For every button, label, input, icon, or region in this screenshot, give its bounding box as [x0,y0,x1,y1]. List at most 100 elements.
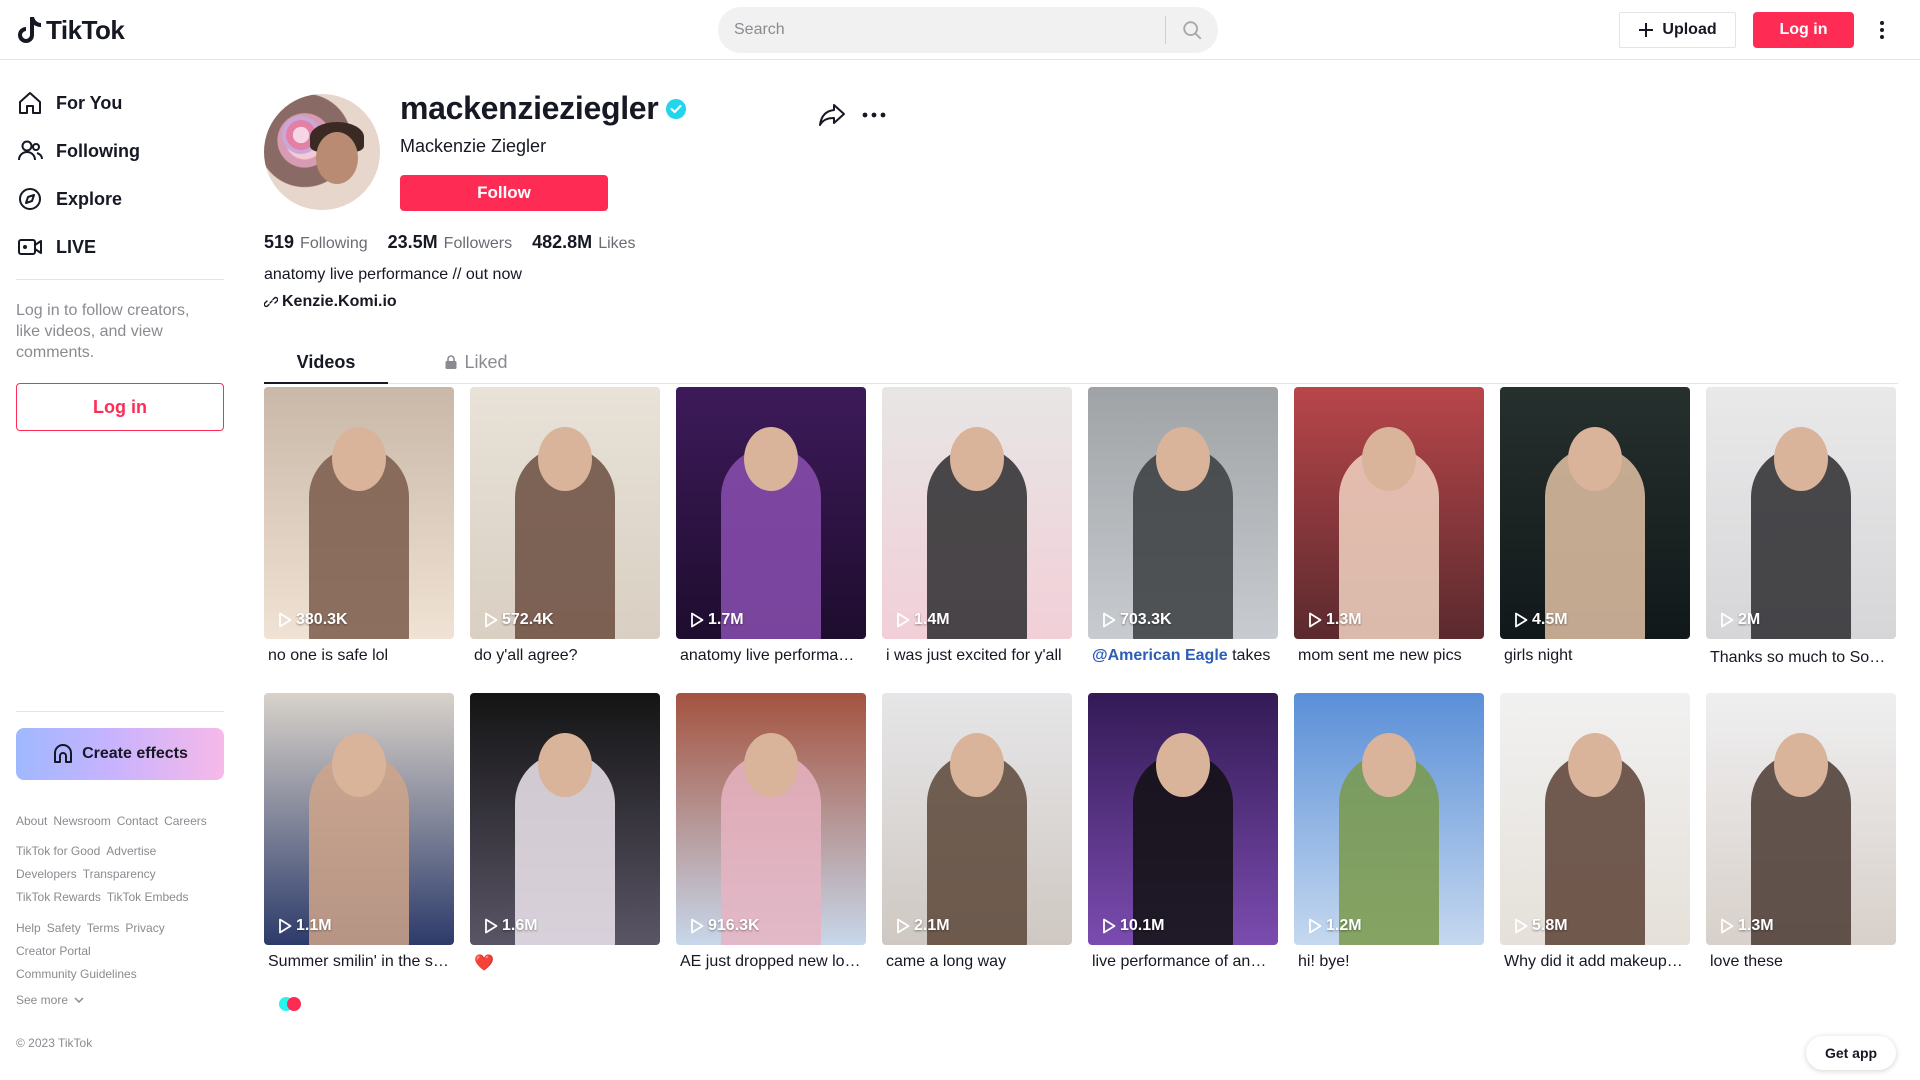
video-card[interactable]: 1.3M mom sent me new pics [1294,387,1484,665]
search-button[interactable] [1166,7,1218,53]
video-caption[interactable]: hi! bye! [1294,953,1484,971]
profile-link[interactable]: Kenzie.Komi.io [264,293,397,311]
video-thumbnail[interactable]: 916.3K [676,693,866,945]
video-caption[interactable]: AE just dropped new looks [676,953,866,971]
footer-link[interactable]: Careers [164,814,207,828]
video-thumbnail[interactable]: 703.3K [1088,387,1278,639]
caption-text: Summer smilin' in the sun [268,953,451,970]
video-card[interactable]: 380.3K no one is safe lol [264,387,454,665]
video-caption[interactable]: Summer smilin' in the sun [264,953,454,971]
video-caption[interactable]: no one is safe lol [264,647,454,665]
more-options-icon[interactable] [1870,16,1894,44]
video-caption[interactable]: love these [1706,953,1896,971]
video-caption[interactable]: came a long way [882,953,1072,971]
footer-link[interactable]: TikTok for Good [16,844,100,858]
nav-explore[interactable]: Explore [16,178,226,220]
video-thumbnail[interactable]: 572.4K [470,387,660,639]
footer-link[interactable]: TikTok Embeds [107,890,189,904]
video-card[interactable]: 1.4M i was just excited for y'all [882,387,1072,665]
video-caption[interactable]: live performance of anatomy [1088,953,1278,971]
live-icon [18,239,42,255]
create-effects-button[interactable]: Create effects [16,728,224,780]
video-card[interactable]: 1.1M Summer smilin' in the sun [264,693,454,971]
view-count: 1.2M [1308,917,1362,935]
video-caption[interactable]: i was just excited for y'all [882,647,1072,665]
video-card[interactable]: 2M Thanks so much to SoFi ❤ [1706,387,1896,667]
tiktok-logo[interactable]: TikTok [16,14,125,46]
footer-link[interactable]: Privacy [125,921,164,935]
caption-mention[interactable]: @American Eagle [1092,647,1228,664]
follow-button[interactable]: Follow [400,175,608,211]
nav-for-you[interactable]: For You [16,82,226,124]
video-thumbnail[interactable]: 4.5M [1500,387,1690,639]
video-thumbnail[interactable]: 1.6M [470,693,660,945]
nav-following[interactable]: Following [16,130,226,172]
view-count: 1.6M [484,917,538,935]
footer-link[interactable]: Safety [47,921,81,935]
video-card[interactable]: 572.4K do y'all agree? [470,387,660,665]
tab-videos[interactable]: Videos [264,340,388,384]
footer-link[interactable]: Terms [87,921,120,935]
footer-link[interactable]: Newsroom [53,814,110,828]
tab-liked[interactable]: Liked [414,340,538,384]
video-card[interactable]: 5.8M Why did it add makeup to me [1500,693,1690,971]
video-card[interactable]: 1.6M ❤️ [470,693,660,973]
search-input[interactable] [718,7,1165,53]
footer-link[interactable]: Contact [117,814,158,828]
video-thumbnail[interactable]: 1.1M [264,693,454,945]
more-horizontal-icon[interactable] [860,104,888,126]
video-thumbnail[interactable]: 2.1M [882,693,1072,945]
share-icon[interactable] [818,102,846,128]
upload-button[interactable]: Upload [1619,12,1736,48]
profile-avatar[interactable] [264,94,380,210]
video-card[interactable]: 10.1M live performance of anatomy [1088,693,1278,971]
footer-link[interactable]: Developers [16,867,77,881]
profile-username: mackenzieziegler [400,90,687,127]
thumbnail-head [744,427,798,491]
get-app-button[interactable]: Get app [1806,1036,1896,1070]
video-card[interactable]: 1.3M love these [1706,693,1896,971]
video-thumbnail[interactable]: 1.2M [1294,693,1484,945]
nav-live[interactable]: LIVE [16,226,226,268]
see-more-link[interactable]: See more [16,993,84,1007]
video-card[interactable]: 2.1M came a long way [882,693,1072,971]
video-thumbnail[interactable]: 10.1M [1088,693,1278,945]
footer-link[interactable]: Help [16,921,41,935]
view-count-text: 916.3K [708,917,760,934]
video-caption[interactable]: Why did it add makeup to me [1500,953,1690,971]
footer-link[interactable]: About [16,814,47,828]
video-caption[interactable]: girls night [1500,647,1690,665]
video-caption[interactable]: anatomy live performance [676,647,866,665]
video-card[interactable]: 916.3K AE just dropped new looks [676,693,866,971]
video-caption[interactable]: Thanks so much to SoFi ❤ [1706,647,1896,667]
chevron-down-icon [74,997,84,1004]
footer-link[interactable]: Community Guidelines [16,967,137,981]
video-caption[interactable]: ❤️ [470,953,660,973]
footer-link[interactable]: Advertise [106,844,156,858]
sidebar-login-button[interactable]: Log in [16,383,224,431]
video-card[interactable]: 703.3K @American Eagle takes [1088,387,1278,665]
video-card[interactable]: 4.5M girls night [1500,387,1690,665]
video-caption[interactable]: @American Eagle takes [1088,647,1278,665]
video-caption[interactable]: do y'all agree? [470,647,660,665]
video-thumbnail[interactable]: 1.4M [882,387,1072,639]
video-caption[interactable]: mom sent me new pics [1294,647,1484,665]
followers-stat[interactable]: 23.5M Followers [388,232,513,253]
view-count-text: 4.5M [1532,611,1568,628]
video-thumbnail[interactable]: 1.7M [676,387,866,639]
caption-text: live performance of anatomy [1092,953,1278,970]
video-thumbnail[interactable]: 380.3K [264,387,454,639]
video-card[interactable]: 1.2M hi! bye! [1294,693,1484,971]
video-thumbnail[interactable]: 2M [1706,387,1896,639]
video-card[interactable]: 1.7M anatomy live performance [676,387,866,665]
thumbnail-head [1156,427,1210,491]
footer-link[interactable]: Transparency [83,867,156,881]
thumbnail-head [1362,733,1416,797]
header-login-button[interactable]: Log in [1753,12,1854,48]
following-stat[interactable]: 519 Following [264,232,368,253]
video-thumbnail[interactable]: 1.3M [1294,387,1484,639]
video-thumbnail[interactable]: 1.3M [1706,693,1896,945]
video-thumbnail[interactable]: 5.8M [1500,693,1690,945]
footer-link[interactable]: Creator Portal [16,944,91,958]
footer-link[interactable]: TikTok Rewards [16,890,101,904]
